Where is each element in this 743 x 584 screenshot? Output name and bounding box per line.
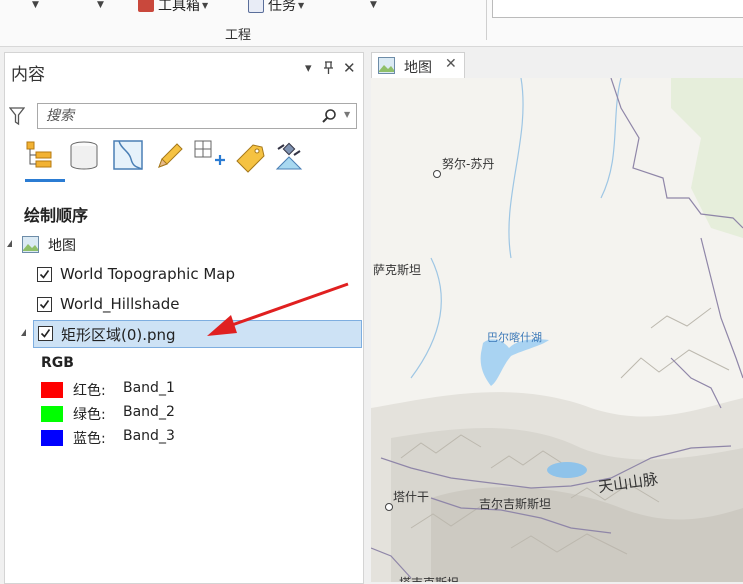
band-row-green[interactable]: 绿色: Band_2: [41, 403, 341, 425]
band-value: Band_1: [123, 380, 175, 396]
city-marker[interactable]: [385, 503, 393, 511]
layer-label: World Topographic Map: [60, 265, 235, 283]
band-row-blue[interactable]: 蓝色: Band_3: [41, 427, 341, 449]
search-icon[interactable]: [321, 108, 337, 124]
pane-options-icon[interactable]: ▾: [305, 61, 312, 76]
map-label-lake: 巴尔喀什湖: [487, 331, 542, 344]
band-channel-label: 红色:: [73, 383, 106, 399]
band-channel-label: 绿色:: [73, 407, 106, 423]
contents-pane: 内容 ▾ ✕ ▼: [4, 52, 364, 584]
map-label-region: 塔吉克斯坦: [399, 574, 459, 582]
search-box[interactable]: ▼: [37, 103, 357, 129]
map-canvas[interactable]: 努尔-苏丹 萨克斯坦 巴尔喀什湖 天山山脉 塔什干 吉尔吉斯斯坦 塔吉克斯坦: [371, 78, 743, 582]
ribbon-dropdown-arrow[interactable]: ▼: [370, 0, 377, 10]
chevron-down-icon: ▼: [202, 0, 209, 10]
band-value: Band_2: [123, 404, 175, 420]
toolbox-icon: [138, 0, 154, 12]
tasks-label: 任务: [268, 0, 296, 14]
layer-visibility-checkbox[interactable]: [37, 267, 52, 282]
tasks-button[interactable]: 任务 ▼: [248, 0, 304, 14]
pane-title: 内容: [11, 65, 45, 85]
list-by-data-source-icon[interactable]: [67, 139, 101, 173]
list-by-perspective-imagery-icon[interactable]: [273, 139, 307, 173]
map-icon: [378, 57, 395, 74]
list-by-snapping-icon[interactable]: [193, 139, 227, 173]
band-channel-label: 蓝色:: [73, 431, 106, 447]
layer-row-world-hillshade[interactable]: World_Hillshade: [5, 291, 361, 319]
toolbar-active-indicator: [25, 179, 65, 182]
list-by-selection-icon[interactable]: [111, 139, 145, 173]
map-label-city: 塔什干: [393, 490, 430, 504]
toolbox-button[interactable]: 工具箱 ▼: [138, 0, 208, 14]
map-node-row[interactable]: 地图: [5, 231, 361, 259]
ribbon-input-box[interactable]: [492, 0, 743, 18]
close-icon[interactable]: ✕: [343, 59, 356, 77]
red-band-swatch[interactable]: [41, 382, 63, 398]
ribbon-separator: [486, 0, 487, 40]
map-node-label: 地图: [48, 238, 76, 254]
basemap-graphics: [371, 78, 743, 582]
map-label-city: 努尔-苏丹: [442, 157, 495, 171]
layer-visibility-checkbox[interactable]: [38, 326, 53, 341]
map-tab-label: 地图: [404, 60, 432, 76]
layer-visibility-checkbox[interactable]: [37, 297, 52, 312]
pin-icon[interactable]: [323, 61, 334, 79]
ribbon-dropdown-arrow[interactable]: ▼: [32, 0, 39, 10]
chevron-down-icon: ▼: [298, 0, 305, 10]
drawing-order-heading: 绘制顺序: [24, 206, 89, 225]
search-dropdown-icon[interactable]: ▼: [344, 110, 350, 119]
list-by-drawing-order-icon[interactable]: [23, 139, 57, 173]
layer-row-world-topographic-map[interactable]: World Topographic Map: [5, 261, 361, 289]
tasks-icon: [248, 0, 264, 13]
map-icon: [22, 236, 39, 253]
map-label-region: 萨克斯坦: [373, 263, 422, 277]
rgb-symbology-header: RGB: [41, 355, 74, 371]
band-value: Band_3: [123, 428, 175, 444]
ribbon-group-label: 工程: [225, 28, 252, 43]
list-by-labeling-icon[interactable]: [233, 139, 267, 173]
ribbon: ▼ ▼ 工具箱 ▼ 任务 ▼ ▼ 工程: [0, 0, 743, 47]
collapse-arrow-icon[interactable]: [7, 240, 12, 247]
filter-icon[interactable]: [9, 106, 25, 126]
list-by-editing-icon[interactable]: [153, 139, 187, 173]
layer-row-rectangle-png[interactable]: 矩形区域(0).png: [33, 320, 362, 348]
collapse-arrow-icon[interactable]: [21, 329, 26, 336]
layer-label: 矩形区域(0).png: [61, 326, 176, 344]
close-icon[interactable]: ✕: [445, 56, 457, 72]
tab-map[interactable]: 地图 ✕: [371, 52, 465, 78]
search-input[interactable]: [44, 107, 298, 125]
layer-label: World_Hillshade: [60, 295, 180, 313]
blue-band-swatch[interactable]: [41, 430, 63, 446]
green-band-swatch[interactable]: [41, 406, 63, 422]
toolbox-label: 工具箱: [158, 0, 200, 14]
city-marker[interactable]: [433, 170, 441, 178]
band-row-red[interactable]: 红色: Band_1: [41, 379, 341, 401]
map-label-region: 吉尔吉斯斯坦: [479, 497, 552, 511]
ribbon-dropdown-arrow[interactable]: ▼: [97, 0, 104, 10]
